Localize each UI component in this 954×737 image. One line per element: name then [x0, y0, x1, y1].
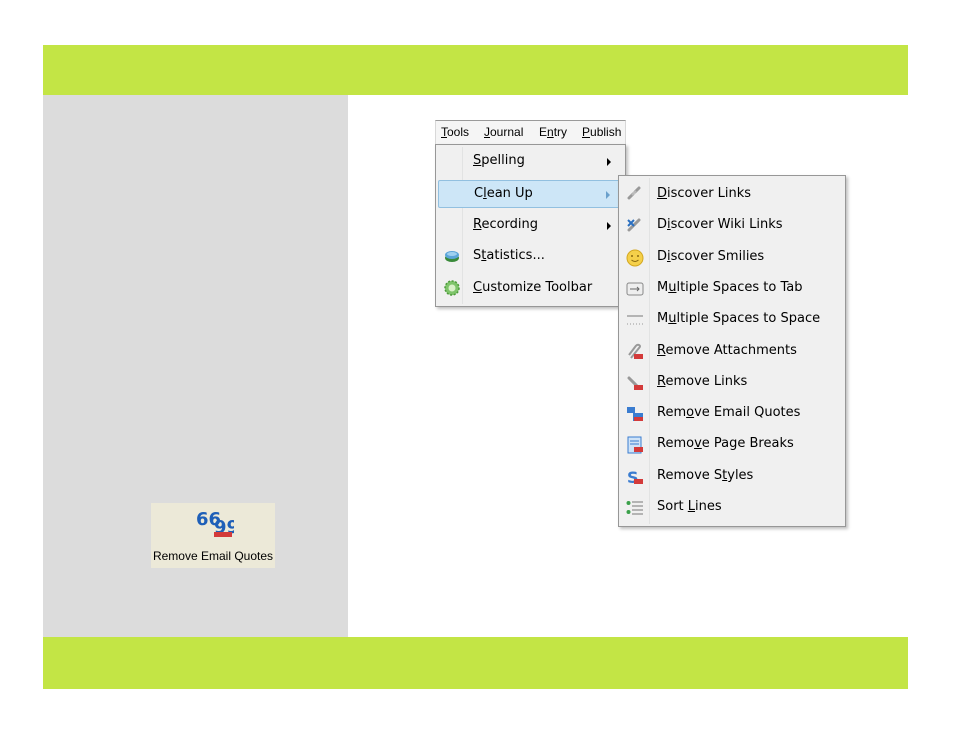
submenu-item-label: Sort Lines [657, 499, 722, 514]
database-icon [445, 251, 459, 262]
remove-link-icon [627, 376, 643, 390]
bottom-banner [43, 637, 908, 689]
sort-lines-icon [626, 501, 643, 515]
submenu-arrow-icon [607, 158, 611, 166]
menu-tools[interactable]: Tools [441, 125, 469, 139]
submenu-item-label: Discover Smilies [657, 248, 765, 264]
submenu-item-remove-styles[interactable]: S Remove Styles [621, 462, 843, 492]
top-banner [43, 45, 908, 95]
smiley-icon [626, 249, 644, 267]
menu-item-label: Recording [473, 217, 539, 232]
tab-icon [626, 282, 644, 296]
wiki-link-icon [627, 218, 641, 232]
submenu-item-discover-wiki-links[interactable]: Discover Wiki Links [621, 211, 843, 241]
submenu-item-label: Remove Email Quotes [657, 405, 801, 421]
menu-entry[interactable]: Entry [539, 125, 567, 139]
remove-styles-icon: S [627, 468, 643, 486]
link-icon [627, 186, 641, 200]
gear-icon [444, 280, 460, 296]
submenu-item-label: Discover Links [657, 186, 752, 201]
menu-item-customize-toolbar[interactable]: Customize Toolbar [438, 275, 623, 303]
submenu-item-remove-email-quotes[interactable]: Remove Email Quotes [621, 399, 843, 429]
menu-item-recording[interactable]: Recording [438, 212, 623, 240]
submenu-item-label: Multiple Spaces to Tab [657, 279, 803, 295]
paperclip-icon [628, 343, 643, 359]
submenu-item-remove-attachments[interactable]: Remove Attachments [621, 337, 843, 367]
submenu-item-label: Multiple Spaces to Space [657, 311, 821, 327]
submenu-item-label: Remove Page Breaks [657, 436, 794, 452]
menu-journal[interactable]: Journal [484, 125, 523, 139]
remove-email-quotes-toolbar-button[interactable]: 66 99 Remove Email Quotes [151, 503, 275, 568]
clean-up-submenu: Discover Links Discover Wiki Links Discove… [618, 175, 846, 527]
submenu-item-label: Remove Links [657, 373, 748, 389]
submenu-item-multiple-spaces-to-space[interactable]: Multiple Spaces to Space [621, 305, 843, 335]
submenu-item-discover-smilies[interactable]: Discover Smilies [621, 243, 843, 273]
submenu-item-label: Remove Attachments [657, 342, 797, 358]
submenu-arrow-icon [606, 191, 610, 199]
menu-bar: Tools Journal Entry Publish [435, 120, 626, 144]
menu-item-statistics[interactable]: Statistics... [438, 243, 623, 271]
submenu-arrow-icon [607, 222, 611, 230]
submenu-item-remove-page-breaks[interactable]: Remove Page Breaks [621, 430, 843, 460]
submenu-item-multiple-spaces-to-tab[interactable]: Multiple Spaces to Tab [621, 274, 843, 304]
toolbar-button-label: Remove Email Quotes [152, 549, 274, 563]
submenu-item-label: Discover Wiki Links [657, 217, 783, 233]
menu-item-label: Spelling [473, 153, 525, 168]
menu-item-label: Customize Toolbar [473, 280, 593, 295]
spaces-icon [627, 315, 643, 325]
quotes-icon [627, 407, 643, 422]
menu-item-clean-up[interactable]: Clean Up [438, 180, 623, 208]
submenu-item-sort-lines[interactable]: Sort Lines [621, 493, 843, 523]
menu-publish[interactable]: Publish [582, 125, 621, 139]
menu-item-spelling[interactable]: Spelling [438, 148, 623, 176]
menu-item-label: Statistics... [473, 248, 545, 263]
tools-menu: Spelling Clean Up Recording Statistics..… [435, 144, 626, 307]
quotes-icon: 66 99 [196, 509, 234, 538]
page-break-icon [627, 436, 643, 454]
menu-item-label: Clean Up [474, 186, 533, 201]
submenu-item-discover-links[interactable]: Discover Links [621, 180, 843, 210]
submenu-item-label: Remove Styles [657, 467, 754, 483]
submenu-item-remove-links[interactable]: Remove Links [621, 368, 843, 398]
